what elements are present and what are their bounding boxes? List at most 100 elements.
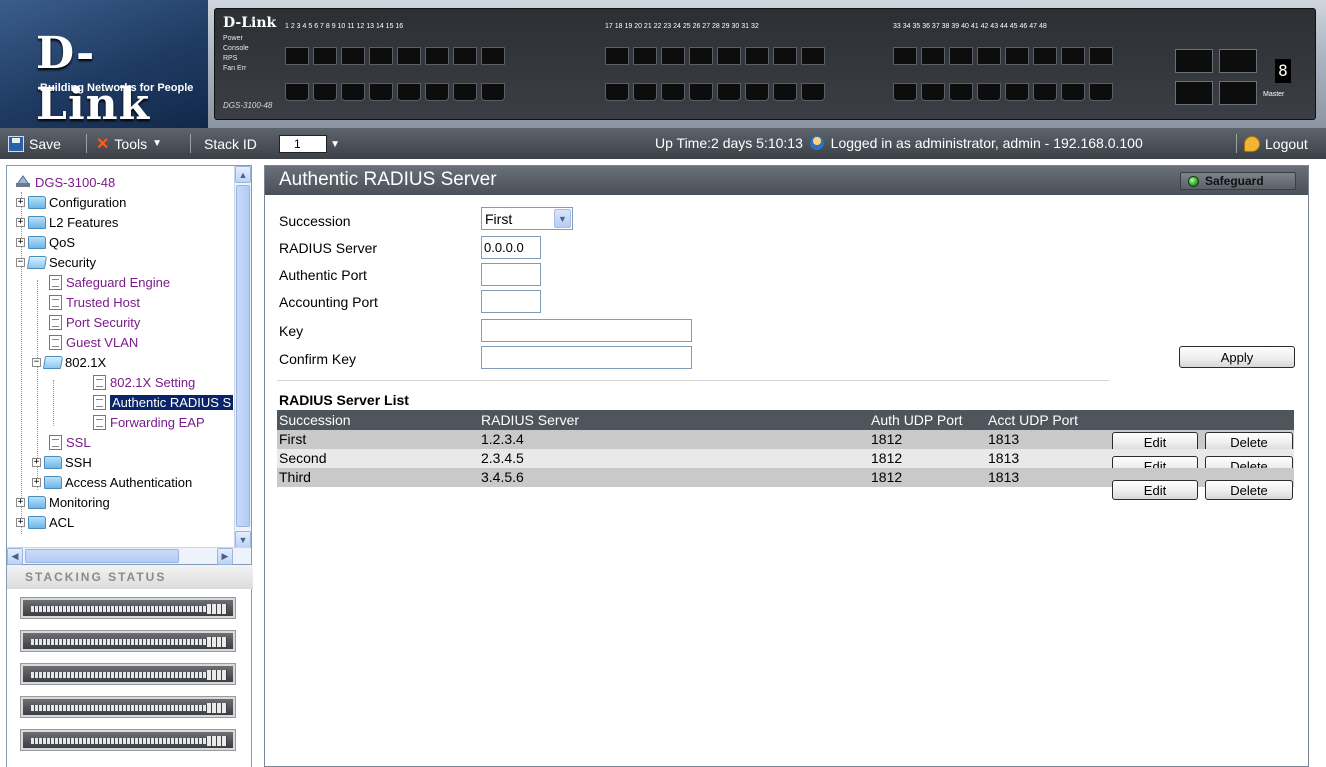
tree-item-ssh[interactable]: + SSH (32, 452, 92, 472)
scroll-down-icon[interactable]: ▼ (235, 531, 251, 548)
led-console-label: Console (223, 45, 249, 52)
tools-menu-button[interactable]: ✕ Tools ▼ (96, 133, 162, 154)
page-title: Authentic RADIUS Server (279, 169, 497, 190)
tree-label: SSH (65, 454, 92, 470)
tree-item-access-authentication[interactable]: + Access Authentication (32, 472, 192, 492)
tree-label: Security (49, 254, 96, 270)
folder-icon (44, 475, 62, 489)
safeguard-label: Safeguard (1205, 174, 1264, 188)
port-numbers-1: 1 2 3 4 5 6 7 8 9 10 11 12 13 14 15 16 (285, 23, 404, 30)
tree-item-port-security[interactable]: Port Security (49, 312, 140, 332)
cell-radius-server: 1.2.3.4 (481, 431, 524, 447)
accounting-port-input[interactable] (481, 290, 541, 313)
tree-item-forwarding-eap[interactable]: Forwarding EAP (93, 412, 205, 432)
combo-port-48 (1219, 81, 1257, 105)
tree-item-l2-features[interactable]: + L2 Features (16, 212, 118, 232)
tree-label: L2 Features (49, 214, 119, 230)
tree-item-acl[interactable]: + ACL (16, 512, 74, 532)
tree-item-security[interactable]: − Security (16, 252, 96, 272)
logo-text: D-Link (36, 28, 151, 128)
scroll-left-icon[interactable]: ◀ (7, 548, 23, 565)
confirm-key-input[interactable] (481, 346, 692, 369)
port-row-bottom (285, 83, 505, 101)
stack-id-value: 1 (294, 137, 301, 151)
tree-item-802-1x-setting[interactable]: 802.1X Setting (93, 372, 195, 392)
tree-label: ACL (49, 514, 75, 530)
logout-button[interactable]: Logout (1244, 133, 1308, 154)
key-input[interactable] (481, 319, 692, 342)
collapse-icon[interactable]: − (32, 357, 41, 367)
page-icon (49, 334, 62, 350)
table-header: Succession RADIUS Server Auth UDP Port A… (277, 410, 1294, 430)
apply-button[interactable]: Apply (1179, 346, 1295, 368)
stack-unit[interactable] (20, 630, 236, 652)
scroll-thumb[interactable] (25, 549, 179, 563)
column-header-succession: Succession (279, 412, 351, 428)
tree-item-configuration[interactable]: + Configuration (16, 192, 126, 212)
tree-item-trusted-host[interactable]: Trusted Host (49, 292, 140, 312)
succession-select[interactable]: First ▼ (481, 207, 573, 230)
tree-root-label: DGS-3100-48 (35, 174, 116, 190)
expand-icon[interactable]: + (16, 197, 25, 207)
tree-item-guest-vlan[interactable]: Guest VLAN (49, 332, 138, 352)
tree-root[interactable]: DGS-3100-48 (15, 172, 115, 192)
folder-icon (28, 515, 46, 529)
tree-item-authentic-radius[interactable]: Authentic RADIUS S (93, 392, 234, 412)
save-button[interactable]: Save (8, 133, 61, 154)
scroll-right-icon[interactable]: ▶ (217, 548, 233, 565)
delete-button[interactable]: Delete (1205, 480, 1293, 500)
stack-unit[interactable] (20, 696, 236, 718)
save-label: Save (29, 135, 61, 152)
radius-server-label: RADIUS Server (279, 240, 378, 256)
cell-succession: Third (279, 469, 311, 485)
key-label: Key (279, 323, 304, 339)
device-brand: D-Link (223, 15, 277, 31)
scroll-up-icon[interactable]: ▲ (235, 166, 251, 183)
expand-icon[interactable]: + (16, 217, 25, 227)
expand-icon[interactable]: + (32, 477, 41, 487)
logout-label: Logout (1265, 135, 1308, 152)
stack-unit[interactable] (20, 663, 236, 685)
edit-button[interactable]: Edit (1112, 480, 1198, 500)
page-icon (93, 394, 106, 410)
tree-item-802-1x[interactable]: − 802.1X (32, 352, 106, 372)
switch-front-panel: D-Link Power Console RPS Fan Err DGS-310… (214, 8, 1316, 120)
port-numbers-2: 17 18 19 20 21 22 23 24 25 26 27 28 29 3… (605, 23, 759, 30)
expand-icon[interactable]: + (32, 457, 41, 467)
stack-id-select[interactable]: 1 ▼ (279, 135, 340, 153)
led-power-label: Power (223, 35, 243, 42)
collapse-icon[interactable]: − (16, 257, 25, 267)
tree-item-ssl[interactable]: SSL (49, 432, 91, 452)
port-row-top (285, 47, 505, 65)
chevron-down-icon[interactable]: ▼ (554, 209, 571, 228)
tree-item-safeguard-engine[interactable]: Safeguard Engine (49, 272, 170, 292)
main-content: Authentic RADIUS Server Safeguard Succes… (264, 165, 1309, 767)
toolbar-divider (190, 134, 191, 153)
stack-unit[interactable] (20, 729, 236, 751)
chevron-down-icon: ▼ (152, 138, 162, 149)
page-icon (49, 274, 62, 290)
page-icon (93, 374, 106, 390)
stack-id-label: Stack ID (204, 133, 257, 154)
chevron-down-icon: ▼ (330, 138, 340, 150)
expand-icon[interactable]: + (16, 497, 25, 507)
tools-label: Tools (114, 135, 148, 152)
authentic-port-input[interactable] (481, 263, 541, 286)
expand-icon[interactable]: + (16, 517, 25, 527)
logo-tagline: Building Networks for People (40, 82, 194, 94)
status-line: Up Time:2 days 5:10:13 Logged in as admi… (655, 135, 1143, 151)
expand-icon[interactable]: + (16, 237, 25, 247)
toolbar-divider (86, 134, 87, 153)
cell-radius-server: 3.4.5.6 (481, 469, 524, 485)
tree-item-qos[interactable]: + QoS (16, 232, 75, 252)
port-group-3: 33 34 35 36 37 38 39 40 41 42 43 44 45 4… (893, 23, 1123, 117)
radius-server-input[interactable]: 0.0.0.0 (481, 236, 541, 259)
tree-item-monitoring[interactable]: + Monitoring (16, 492, 110, 512)
stack-unit[interactable] (20, 597, 236, 619)
tree-vertical-scrollbar[interactable]: ▲ ▼ (234, 166, 251, 548)
scroll-thumb[interactable] (236, 185, 250, 527)
tree-label: Configuration (49, 194, 127, 210)
tree-label: Safeguard Engine (66, 274, 171, 290)
stack-id-text: Stack ID (204, 135, 257, 152)
tree-horizontal-scrollbar[interactable]: ◀ ▶ (7, 547, 251, 565)
